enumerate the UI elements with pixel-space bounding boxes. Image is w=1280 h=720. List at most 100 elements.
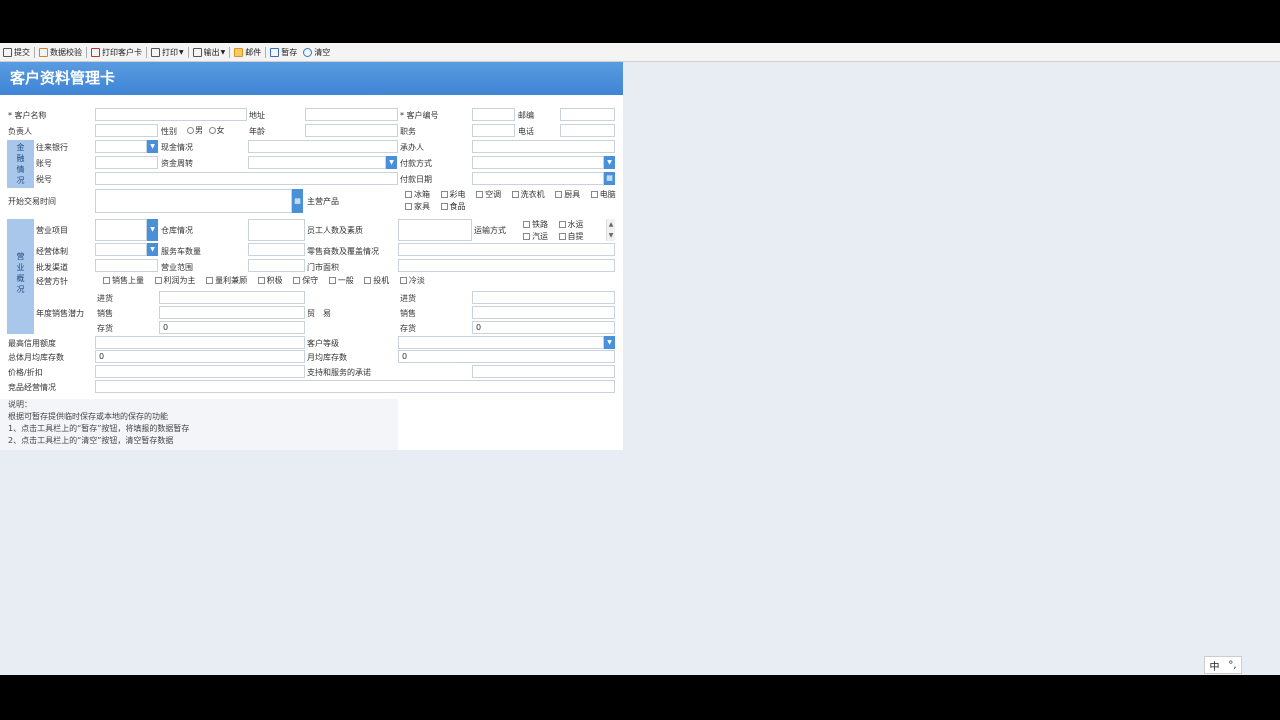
product-checkbox-ac[interactable]: 空调 (476, 189, 501, 200)
account-input[interactable] (95, 156, 158, 169)
policy-checkbox-speculative[interactable]: 投机 (364, 275, 389, 286)
policy-checkbox-profit[interactable]: 利润为主 (154, 275, 196, 286)
calendar-icon[interactable]: ▦ (292, 189, 303, 213)
female-radio[interactable] (208, 127, 216, 134)
product-checkbox-pc[interactable]: 电脑 (590, 189, 616, 200)
policy-checkbox-active[interactable]: 积极 (257, 275, 283, 286)
monthly-avg-stock-input[interactable]: 0 (398, 350, 615, 363)
submit-icon (3, 47, 12, 57)
retail-coverage-label: 零售商数及覆盖情况 (307, 247, 379, 256)
fund-turnover-select[interactable] (248, 156, 386, 169)
trade-sales-input[interactable] (472, 306, 615, 319)
customer-level-dropdown-button[interactable]: ▼ (604, 336, 615, 349)
address-label: 地址 (249, 111, 265, 120)
toolbar-separator (265, 46, 267, 58)
submit-button[interactable]: 提交 (0, 44, 33, 60)
customer-no-label: * 客户编号 (400, 111, 439, 120)
business-area-input[interactable] (248, 259, 305, 272)
payment-method-select[interactable] (472, 156, 604, 169)
age-input[interactable] (305, 124, 398, 137)
export-button[interactable]: 输出 ▼ (190, 44, 229, 60)
ime-indicator[interactable]: 中 °, (1204, 656, 1242, 674)
clear-button[interactable]: 清空 (300, 44, 333, 60)
calendar-icon[interactable]: ▦ (604, 172, 615, 185)
policy-checkbox-normal[interactable]: 一般 (328, 275, 354, 286)
policy-checkbox-indifferent[interactable]: 冷淡 (399, 275, 425, 286)
retail-coverage-input[interactable] (398, 243, 615, 256)
support-input[interactable] (472, 365, 615, 378)
trade-purchase-input[interactable] (472, 291, 615, 304)
product-checkbox-kitchen[interactable]: 厨具 (555, 189, 580, 200)
transport-checkbox-rail[interactable]: 铁路 (523, 219, 548, 230)
competitor-input[interactable] (95, 380, 615, 393)
policy-checkbox-volume[interactable]: 销售上量 (103, 275, 144, 286)
notes-heading: 说明： (8, 400, 32, 409)
product-checkbox-washer[interactable]: 洗衣机 (511, 189, 545, 200)
validate-button[interactable]: 数据校验 (36, 44, 85, 60)
start-time-input[interactable] (95, 189, 292, 213)
toolbar-separator (187, 46, 189, 58)
business-items-select[interactable] (95, 219, 147, 241)
transport-checkbox-road[interactable]: 汽运 (523, 231, 548, 242)
manager-label: 负责人 (8, 127, 32, 136)
address-input[interactable] (305, 108, 398, 121)
operation-type-select[interactable] (95, 243, 147, 256)
tax-no-input[interactable] (95, 172, 398, 185)
mail-button[interactable]: 邮件 (231, 44, 264, 60)
position-input[interactable] (472, 124, 515, 137)
staff-input[interactable] (398, 219, 472, 241)
notes-line: 1、点击工具栏上的“暂存”按钮，将填报的数据暂存 (8, 424, 190, 433)
policy-checkbox-balance[interactable]: 量利兼顾 (206, 275, 247, 286)
position-label: 职务 (400, 127, 416, 136)
fund-turnover-dropdown-button[interactable]: ▼ (386, 156, 397, 169)
wholesale-input[interactable] (95, 259, 158, 272)
customer-no-input[interactable] (472, 108, 515, 121)
payment-date-input[interactable] (472, 172, 604, 185)
sales-input[interactable] (159, 306, 305, 319)
trade-stock-input[interactable]: 0 (472, 321, 615, 334)
policy-checkbox-conservative[interactable]: 保守 (293, 275, 318, 286)
main-products-label: 主营产品 (307, 197, 339, 206)
phone-input[interactable] (560, 124, 615, 137)
purchase-input[interactable] (159, 291, 305, 304)
bank-dropdown-button[interactable]: ▼ (147, 140, 158, 153)
warehouse-input[interactable] (248, 219, 305, 241)
competitor-label: 竞品经营情况 (8, 383, 56, 392)
max-credit-input[interactable] (95, 336, 305, 349)
fund-status-input[interactable] (248, 140, 398, 153)
ime-language[interactable]: 中 (1209, 658, 1219, 673)
stock-input[interactable]: 0 (159, 321, 305, 334)
print-button[interactable]: 打印 ▼ (148, 44, 187, 60)
notes-line: 根据可暂存提供临时保存或本地的保存的功能 (8, 412, 168, 421)
purchase-label: 进货 (97, 294, 113, 303)
handler-input[interactable] (472, 140, 615, 153)
product-checkbox-food[interactable]: 食品 (440, 201, 466, 212)
transport-checkbox-row-1: 铁路 水运 (523, 219, 592, 230)
transport-checkbox-pickup[interactable]: 自提 (558, 231, 584, 242)
service-vehicles-input[interactable] (248, 243, 305, 256)
toolbar-separator (34, 46, 35, 58)
customer-form: 客户资料管理卡 * 客户名称 地址 * 客户编号 邮编 负责人 性别 男 女 年… (0, 62, 623, 450)
price-discount-input[interactable] (95, 365, 305, 378)
postcode-input[interactable] (560, 108, 615, 121)
operation-type-dropdown-button[interactable]: ▼ (147, 243, 158, 256)
print-card-button[interactable]: 打印客户卡 (88, 44, 145, 60)
customer-level-select[interactable] (398, 336, 604, 349)
product-checkbox-tv[interactable]: 彩电 (440, 189, 466, 200)
customer-name-input[interactable] (95, 108, 247, 121)
ime-mode[interactable]: °, (1228, 660, 1236, 671)
save-draft-button[interactable]: 暂存 (267, 44, 300, 60)
business-items-dropdown-button[interactable]: ▼ (147, 219, 158, 241)
transport-checkbox-water[interactable]: 水运 (558, 219, 584, 230)
product-checkbox-fridge[interactable]: 冰箱 (405, 189, 430, 200)
transport-scrollbar[interactable]: ▲ ▼ (606, 219, 615, 241)
product-checkbox-furniture[interactable]: 家具 (405, 201, 430, 212)
male-radio[interactable] (187, 127, 194, 134)
manager-input[interactable] (95, 124, 158, 137)
monthly-stock-input[interactable]: 0 (95, 350, 305, 363)
monthly-stock-label: 总体月均库存数 (8, 353, 64, 362)
mail-icon (234, 47, 244, 57)
store-area-input[interactable] (398, 259, 615, 272)
bank-select[interactable] (95, 140, 147, 153)
payment-method-dropdown-button[interactable]: ▼ (604, 156, 615, 169)
